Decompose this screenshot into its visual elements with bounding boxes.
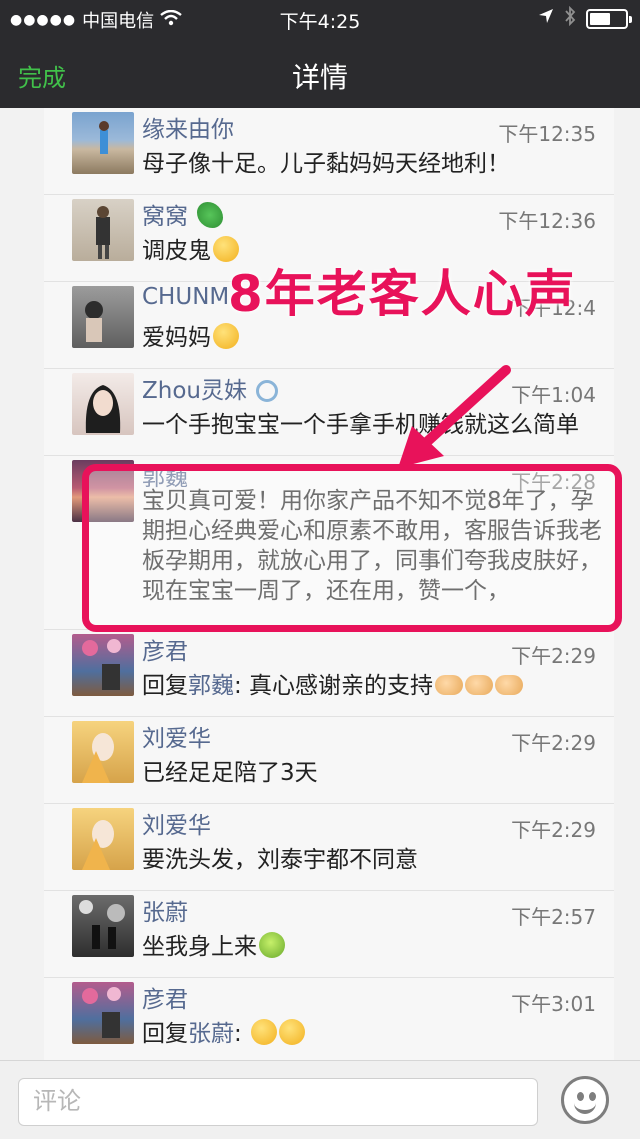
comment-item[interactable]: 张蔚 下午2:57 坐我身上来 bbox=[44, 891, 614, 978]
location-arrow-icon bbox=[538, 8, 554, 29]
avatar[interactable] bbox=[72, 112, 134, 174]
reply-to-name[interactable]: 郭巍 bbox=[188, 673, 234, 699]
commenter-name[interactable]: 刘爱华 bbox=[142, 806, 211, 840]
smiling-face-icon bbox=[213, 323, 239, 349]
avatar[interactable] bbox=[72, 982, 134, 1044]
comment-input[interactable]: 评论 bbox=[18, 1078, 538, 1126]
commenter-name[interactable]: CHUNM bbox=[142, 284, 229, 310]
comment-time: 下午1:04 bbox=[511, 383, 596, 407]
comment-item[interactable]: 缘来由你 下午12:35 母子像十足。儿子黏妈妈天经地利！ bbox=[44, 108, 614, 195]
top-bar: ●●●●● 中国电信 下午4:25 完成 详情 bbox=[0, 0, 640, 108]
arrow-icon bbox=[398, 365, 511, 468]
commenter-name[interactable]: Zhou灵妹 bbox=[142, 371, 279, 405]
cheeky-face-icon bbox=[279, 1019, 306, 1045]
comment-text-content: 爱妈妈 bbox=[142, 325, 211, 351]
comment-item[interactable]: 刘爱华 下午2:29 要洗头发，刘泰宇都不同意 bbox=[44, 804, 614, 891]
comment-item[interactable]: Zhou灵妹 下午1:04 一个手抱宝宝一个手拿手机赚钱就这么简单 bbox=[44, 369, 614, 456]
commenter-name-text[interactable]: 窝窝 bbox=[142, 204, 188, 230]
avatar[interactable] bbox=[72, 634, 134, 696]
comment-input-bar: 评论 bbox=[0, 1060, 640, 1139]
page-title: 详情 bbox=[291, 61, 348, 94]
comment-text-content: : bbox=[234, 1021, 250, 1047]
bluetooth-icon bbox=[564, 5, 576, 31]
avatar[interactable] bbox=[72, 721, 134, 783]
frog-icon bbox=[259, 932, 285, 958]
avatar[interactable] bbox=[72, 808, 134, 870]
highlight-frame bbox=[82, 464, 622, 632]
commenter-name[interactable]: 缘来由你 bbox=[142, 110, 234, 144]
handshake-icon bbox=[495, 675, 524, 695]
comment-time: 下午2:57 bbox=[511, 905, 596, 929]
ring-icon bbox=[256, 380, 279, 402]
comment-text: 已经足足陪了3天 bbox=[142, 760, 318, 786]
comment-time: 下午12:36 bbox=[498, 209, 596, 233]
handshake-icon bbox=[435, 675, 464, 695]
battery-icon bbox=[586, 8, 632, 29]
commenter-name[interactable]: 张蔚 bbox=[142, 893, 188, 927]
comment-text: 回复郭巍: 真心感谢亲的支持 bbox=[142, 666, 602, 700]
comment-time: 下午3:01 bbox=[511, 992, 596, 1016]
overlay-caption: 8年老客人心声 bbox=[228, 265, 577, 323]
status-bar: ●●●●● 中国电信 下午4:25 bbox=[0, 0, 640, 36]
comment-time: 下午2:29 bbox=[511, 644, 596, 668]
comment-text-content: 坐我身上来 bbox=[142, 934, 257, 960]
avatar[interactable] bbox=[72, 373, 134, 435]
comment-text: 母子像十足。儿子黏妈妈天经地利！ bbox=[142, 151, 510, 177]
avatar[interactable] bbox=[72, 199, 134, 261]
comment-time: 下午12:35 bbox=[498, 122, 596, 146]
comment-text: 一个手抱宝宝一个手拿手机赚钱就这么简单 bbox=[142, 412, 579, 438]
comment-item[interactable]: 刘爱华 下午2:29 已经足足陪了3天 bbox=[44, 717, 614, 804]
handshake-icon bbox=[465, 675, 494, 695]
comment-time: 下午2:29 bbox=[511, 818, 596, 842]
reply-prefix: 回复 bbox=[142, 673, 188, 699]
commenter-name[interactable]: 刘爱华 bbox=[142, 719, 211, 753]
reply-to-name[interactable]: 张蔚 bbox=[188, 1021, 234, 1047]
comment-item[interactable]: 彦君 下午2:29 回复郭巍: 真心感谢亲的支持 bbox=[44, 630, 614, 717]
reply-prefix: 回复 bbox=[142, 1021, 188, 1047]
commenter-name[interactable]: 窝窝 bbox=[142, 197, 224, 231]
comment-item[interactable]: 彦君 下午3:01 回复张蔚: bbox=[44, 978, 614, 1065]
avatar[interactable] bbox=[72, 895, 134, 957]
smiley-icon[interactable] bbox=[561, 1076, 609, 1124]
cheeky-face-icon bbox=[251, 1019, 278, 1045]
comment-text: 回复张蔚: bbox=[142, 1014, 602, 1048]
commenter-name[interactable]: 彦君 bbox=[142, 632, 188, 666]
commenter-name-text[interactable]: Zhou灵妹 bbox=[142, 378, 247, 404]
comment-text-content: 调皮鬼 bbox=[142, 238, 211, 264]
comment-text-content: : 真心感谢亲的支持 bbox=[234, 673, 434, 699]
comment-time: 下午2:29 bbox=[511, 731, 596, 755]
nav-bar: 完成 详情 bbox=[0, 36, 640, 108]
four-leaf-clover-icon bbox=[197, 202, 224, 228]
commenter-name[interactable]: 彦君 bbox=[142, 980, 188, 1014]
comment-text: 坐我身上来 bbox=[142, 927, 602, 961]
comment-text: 要洗头发，刘泰宇都不同意 bbox=[142, 847, 418, 873]
avatar[interactable] bbox=[72, 286, 134, 348]
